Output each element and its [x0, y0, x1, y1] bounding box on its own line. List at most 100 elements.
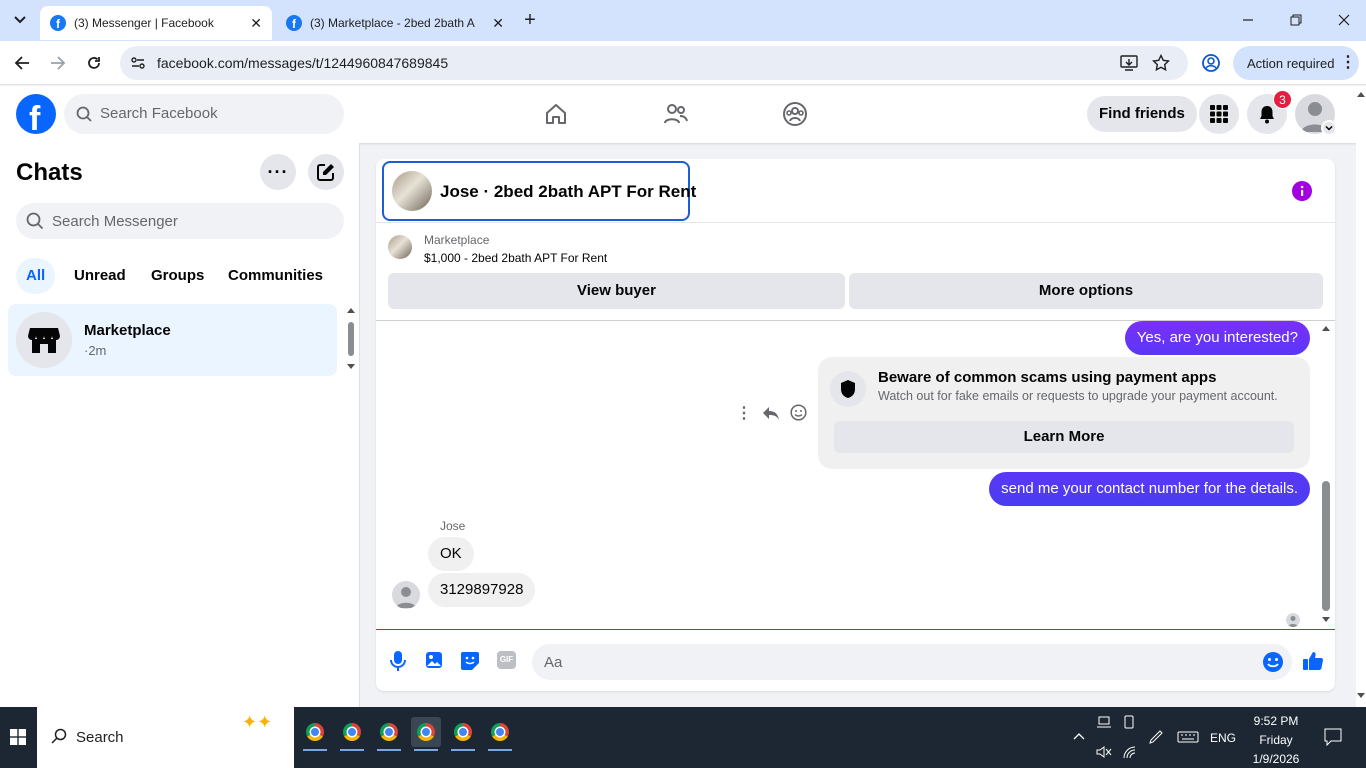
filter-communities[interactable]: Communities: [228, 258, 323, 294]
message-input[interactable]: Aa: [532, 644, 1292, 680]
facebook-favicon-icon: f: [50, 15, 66, 31]
taskbar-chrome-app-active[interactable]: [411, 717, 441, 751]
pen-icon[interactable]: [1148, 729, 1164, 745]
page-scrollbar[interactable]: [1356, 86, 1366, 707]
emoji-icon[interactable]: [1262, 651, 1284, 673]
menu-button[interactable]: [1199, 94, 1239, 134]
more-options-button[interactable]: More options: [849, 273, 1323, 309]
site-settings-icon[interactable]: [130, 55, 146, 71]
filter-groups[interactable]: Groups: [151, 258, 204, 294]
clock-day: Friday: [1259, 733, 1293, 747]
sticker-icon[interactable]: [460, 651, 480, 670]
close-window-button[interactable]: [1332, 8, 1356, 32]
address-bar[interactable]: facebook.com/messages/t/1244960847689845: [120, 46, 1188, 80]
minimize-button[interactable]: [1236, 8, 1260, 32]
friends-nav-button[interactable]: [656, 94, 696, 134]
microphone-icon[interactable]: [390, 651, 406, 671]
find-friends-button[interactable]: Find friends: [1087, 96, 1197, 132]
sender-avatar[interactable]: [392, 581, 420, 609]
scroll-thumb[interactable]: [348, 322, 354, 356]
arrow-left-icon: [14, 56, 29, 70]
kebab-menu-icon: ⋮: [1340, 54, 1356, 71]
outgoing-message[interactable]: Yes, are you interested?: [1124, 321, 1310, 355]
restore-button[interactable]: [1284, 8, 1308, 32]
language-indicator[interactable]: ENG: [1210, 731, 1236, 745]
taskbar-clock[interactable]: 9:52 PM Friday 1/9/2026: [1242, 712, 1310, 768]
profile-icon[interactable]: [1201, 53, 1221, 73]
tab-marketplace[interactable]: f (3) Marketplace - 2bed 2bath A ✕: [276, 6, 514, 40]
tab-title: (3) Marketplace - 2bed 2bath A: [310, 16, 475, 30]
account-menu-chevron[interactable]: [1321, 120, 1337, 136]
facebook-logo[interactable]: f: [16, 94, 56, 134]
scam-warning-title: Beware of common scams using payment app…: [878, 369, 1217, 386]
photo-icon[interactable]: [425, 651, 443, 669]
reply-icon[interactable]: [762, 405, 780, 421]
compose-icon: [317, 164, 334, 181]
windows-start-icon[interactable]: [10, 729, 26, 745]
install-app-icon[interactable]: [1120, 55, 1138, 71]
action-required-button[interactable]: Action required ⋮: [1233, 46, 1359, 80]
battery-icon[interactable]: [1123, 715, 1135, 729]
shield-icon: [841, 380, 855, 398]
chats-panel: Chats ··· Search Messenger All Unread Gr…: [0, 143, 360, 707]
messenger-search-input[interactable]: Search Messenger: [16, 203, 344, 239]
avatar-silhouette-icon: [396, 587, 416, 608]
listing-summary[interactable]: $1,000 - 2bed 2bath APT For Rent: [424, 251, 607, 265]
tab-close-icon[interactable]: ✕: [250, 15, 262, 32]
close-icon: [1338, 14, 1350, 26]
network-adapter-icon[interactable]: [1096, 715, 1112, 729]
chat-list-item[interactable]: Marketplace ·2m: [8, 304, 337, 376]
taskbar-search-box[interactable]: Search ✦✦: [37, 707, 294, 768]
filter-unread[interactable]: Unread: [74, 258, 126, 294]
incoming-message[interactable]: OK: [428, 537, 474, 571]
notification-badge: 3: [1273, 90, 1292, 109]
bookmark-star-icon[interactable]: [1152, 54, 1170, 72]
groups-nav-button[interactable]: [775, 94, 815, 134]
back-button[interactable]: [10, 51, 34, 75]
chrome-icon: [454, 723, 472, 741]
new-tab-button[interactable]: +: [518, 8, 542, 32]
marketplace-avatar: [16, 312, 72, 368]
filter-all[interactable]: All: [16, 258, 56, 294]
facebook-search-input[interactable]: Search Facebook: [64, 94, 344, 134]
keyboard-icon[interactable]: [1177, 731, 1199, 743]
view-buyer-button[interactable]: View buyer: [388, 273, 845, 309]
outgoing-message[interactable]: send me your contact number for the deta…: [989, 472, 1310, 506]
conversation-panel: Jose · 2bed 2bath APT For Rent Marketpla…: [376, 159, 1335, 691]
clock-time: 9:52 PM: [1253, 714, 1299, 728]
taskbar-chrome-app[interactable]: [374, 717, 404, 751]
volume-muted-icon[interactable]: [1096, 745, 1112, 759]
taskbar-chrome-app[interactable]: [300, 717, 330, 751]
chats-scrollbar[interactable]: [346, 306, 356, 372]
learn-more-button[interactable]: Learn More: [834, 421, 1294, 453]
browser-toolbar: facebook.com/messages/t/1244960847689845…: [0, 41, 1366, 85]
conversation-header-button[interactable]: Jose · 2bed 2bath APT For Rent: [382, 161, 696, 221]
tray-chevron-up-icon[interactable]: [1073, 732, 1085, 740]
forward-button[interactable]: [46, 51, 70, 75]
wifi-icon[interactable]: [1122, 745, 1136, 759]
scroll-down-icon: [347, 364, 355, 369]
tab-close-icon[interactable]: ✕: [492, 15, 504, 32]
messages-scrollbar[interactable]: [1320, 323, 1332, 627]
message-more-icon[interactable]: ⋮: [736, 403, 752, 423]
home-nav-button[interactable]: [536, 94, 576, 134]
taskbar-chrome-app[interactable]: [337, 717, 367, 751]
browser-tab-strip: f (3) Messenger | Facebook ✕ f (3) Marke…: [0, 0, 1366, 41]
info-icon[interactable]: [1292, 181, 1312, 201]
taskbar-chrome-app[interactable]: [485, 717, 515, 751]
thumbs-up-icon[interactable]: [1302, 650, 1324, 671]
taskbar-chrome-app[interactable]: [448, 717, 478, 751]
reload-icon: [88, 57, 100, 69]
incoming-message[interactable]: 3129897928: [428, 573, 536, 607]
reload-button[interactable]: [82, 51, 106, 75]
react-emoji-icon[interactable]: [790, 404, 807, 421]
read-receipt-avatar: [1286, 613, 1300, 627]
tab-search-button[interactable]: [8, 8, 32, 32]
scroll-thumb[interactable]: [1322, 481, 1330, 611]
notification-center-icon[interactable]: [1324, 728, 1342, 746]
chats-options-button[interactable]: ···: [260, 154, 296, 190]
new-message-button[interactable]: [308, 154, 344, 190]
tab-messenger[interactable]: f (3) Messenger | Facebook ✕: [40, 6, 272, 40]
gif-icon[interactable]: GIF: [497, 651, 516, 669]
sender-name: Jose: [440, 519, 466, 533]
